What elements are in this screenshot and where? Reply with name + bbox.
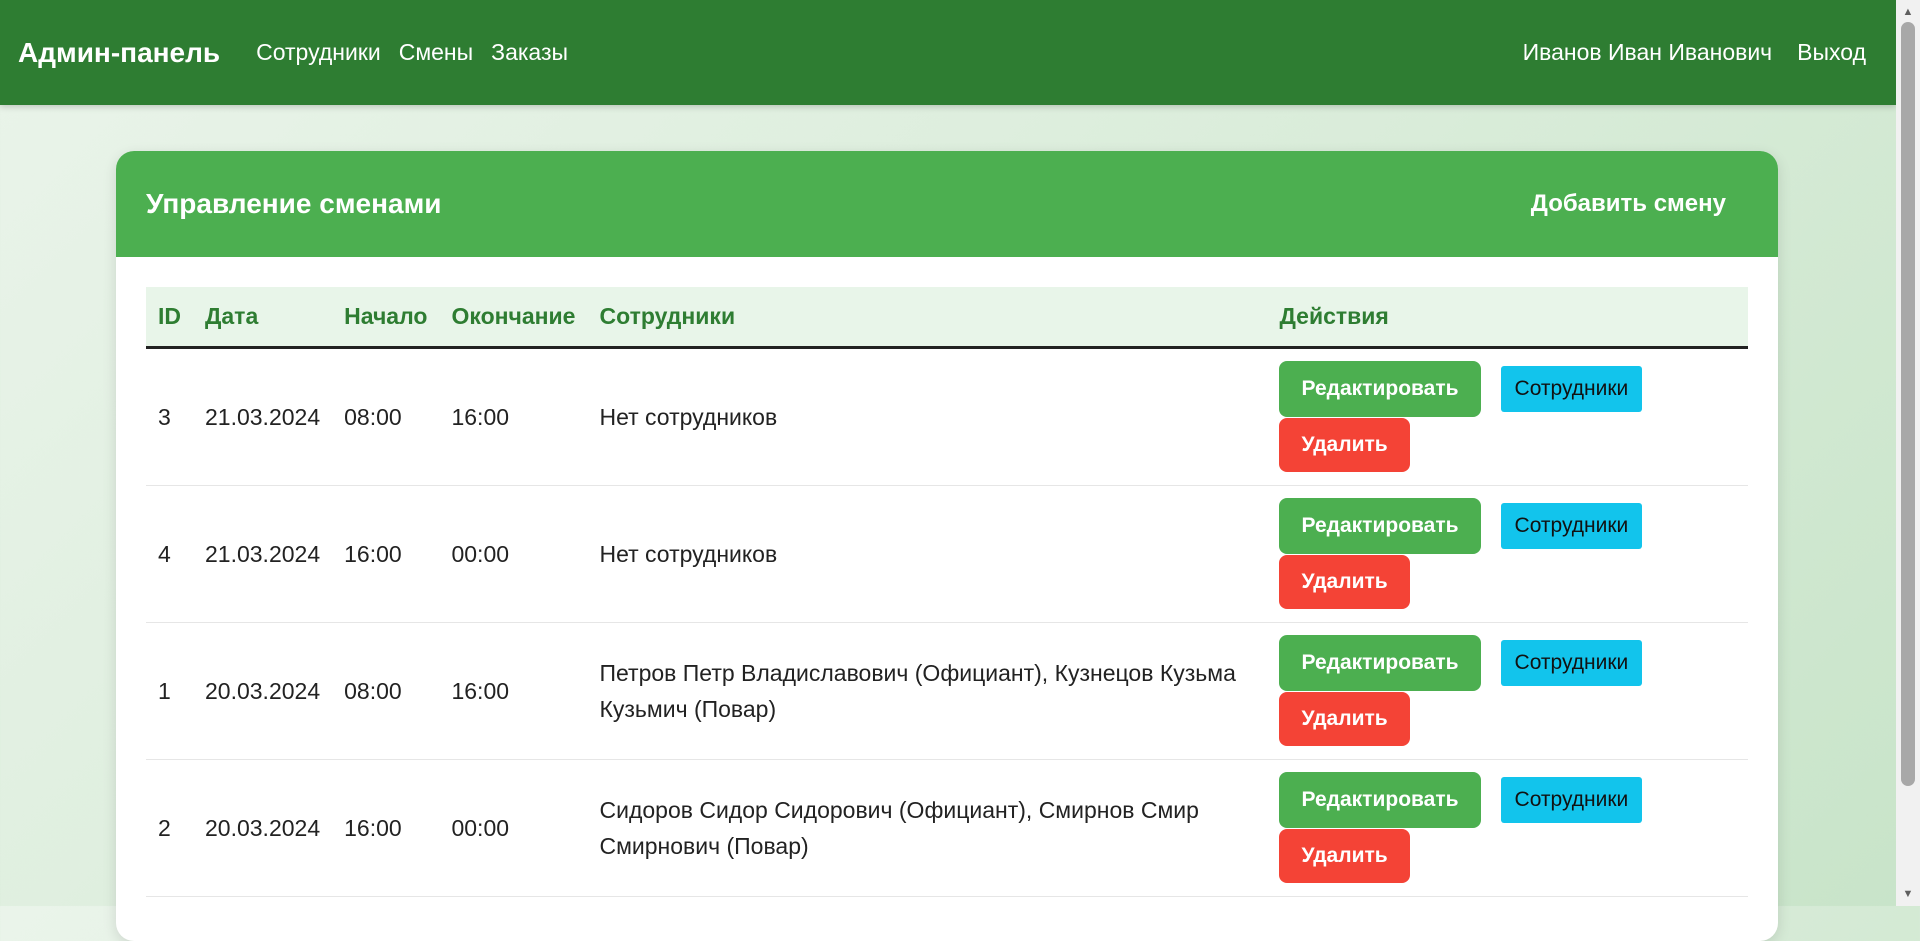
table-row: 2 20.03.2024 16:00 00:00 Сидоров Сидор С…: [146, 759, 1748, 897]
employees-button[interactable]: Сотрудники: [1500, 777, 1643, 823]
cell-actions: Редактировать Сотрудники Удалить: [1267, 347, 1748, 486]
scroll-down-arrow-icon[interactable]: ▼: [1896, 884, 1920, 904]
cell-end: 16:00: [439, 347, 588, 486]
table-row: 1 20.03.2024 08:00 16:00 Петров Петр Вла…: [146, 622, 1748, 760]
cell-date: 21.03.2024: [193, 347, 333, 486]
delete-button[interactable]: Удалить: [1279, 418, 1410, 472]
cell-employees: Нет сотрудников: [587, 347, 1268, 486]
shifts-table: ID Дата Начало Окончание Сотрудники Дейс…: [146, 287, 1748, 897]
employees-button[interactable]: Сотрудники: [1500, 503, 1643, 549]
cell-end: 16:00: [439, 622, 588, 760]
cell-start: 08:00: [332, 622, 440, 760]
header-id: ID: [146, 287, 193, 349]
cell-end: 00:00: [439, 759, 588, 897]
cell-start: 16:00: [332, 759, 440, 897]
cell-start: 16:00: [332, 485, 440, 623]
add-shift-button[interactable]: Добавить смену: [1509, 180, 1748, 228]
table-row: 3 21.03.2024 08:00 16:00 Нет сотрудников…: [146, 347, 1748, 486]
cell-id: 4: [146, 485, 193, 623]
employees-button[interactable]: Сотрудники: [1500, 640, 1643, 686]
cell-actions: Редактировать Сотрудники Удалить: [1267, 485, 1748, 623]
header-date: Дата: [193, 287, 333, 349]
delete-button[interactable]: Удалить: [1279, 829, 1410, 883]
cell-date: 20.03.2024: [193, 759, 333, 897]
delete-button[interactable]: Удалить: [1279, 692, 1410, 746]
cell-start: 08:00: [332, 347, 440, 486]
nav-link-shifts[interactable]: Смены: [399, 39, 473, 66]
header-employees: Сотрудники: [587, 287, 1268, 349]
table-container: ID Дата Начало Окончание Сотрудники Дейс…: [116, 257, 1778, 897]
edit-button[interactable]: Редактировать: [1279, 772, 1481, 828]
cell-employees: Сидоров Сидор Сидорович (Официант), Смир…: [587, 759, 1268, 897]
cell-date: 21.03.2024: [193, 485, 333, 623]
delete-button[interactable]: Удалить: [1279, 555, 1410, 609]
edit-button[interactable]: Редактировать: [1279, 361, 1481, 417]
edit-button[interactable]: Редактировать: [1279, 498, 1481, 554]
edit-button[interactable]: Редактировать: [1279, 635, 1481, 691]
card-header: Управление сменами Добавить смену: [116, 151, 1778, 257]
cell-id: 3: [146, 347, 193, 486]
cell-actions: Редактировать Сотрудники Удалить: [1267, 622, 1748, 760]
brand-logo[interactable]: Админ-панель: [18, 37, 220, 69]
page-scrollbar[interactable]: ▲ ▼: [1896, 0, 1920, 906]
nav-link-orders[interactable]: Заказы: [491, 39, 568, 66]
nav-user-area: Иванов Иван Иванович Выход: [1498, 39, 1866, 66]
scroll-up-arrow-icon[interactable]: ▲: [1896, 2, 1920, 22]
nav-link-employees[interactable]: Сотрудники: [256, 39, 381, 66]
logout-link[interactable]: Выход: [1797, 39, 1866, 66]
page-title: Управление сменами: [146, 188, 442, 219]
cell-id: 1: [146, 622, 193, 760]
table-header-row: ID Дата Начало Окончание Сотрудники Дейс…: [146, 287, 1748, 349]
cell-actions: Редактировать Сотрудники Удалить: [1267, 759, 1748, 897]
cell-end: 00:00: [439, 485, 588, 623]
cell-id: 2: [146, 759, 193, 897]
shifts-card: Управление сменами Добавить смену ID Дат…: [116, 151, 1778, 941]
cell-date: 20.03.2024: [193, 622, 333, 760]
cell-employees: Петров Петр Владиславович (Официант), Ку…: [587, 622, 1268, 760]
header-actions: Действия: [1267, 287, 1748, 349]
cell-employees: Нет сотрудников: [587, 485, 1268, 623]
scroll-thumb[interactable]: [1901, 22, 1915, 786]
employees-button[interactable]: Сотрудники: [1500, 366, 1643, 412]
header-start: Начало: [332, 287, 440, 349]
table-row: 4 21.03.2024 16:00 00:00 Нет сотрудников…: [146, 485, 1748, 623]
nav-user-name[interactable]: Иванов Иван Иванович: [1523, 39, 1773, 66]
top-navbar: Админ-панель Сотрудники Смены Заказы Ива…: [0, 0, 1896, 105]
header-end: Окончание: [439, 287, 588, 349]
